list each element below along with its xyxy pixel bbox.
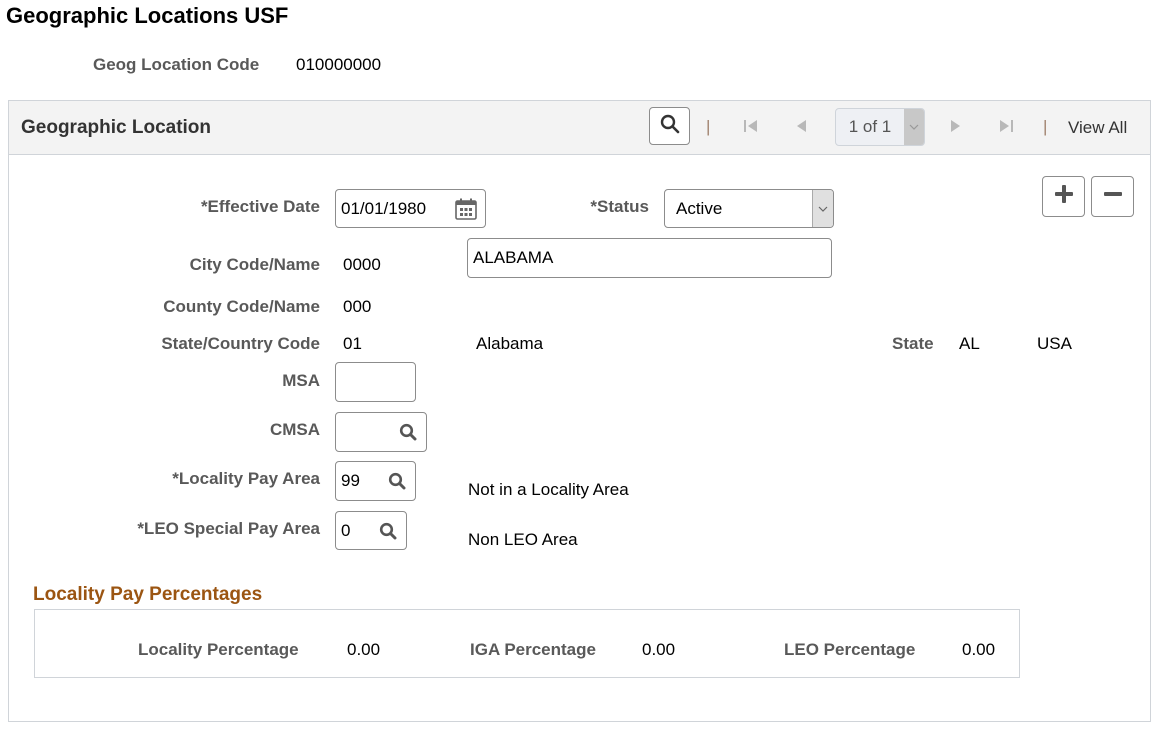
calendar-icon[interactable] xyxy=(454,197,478,221)
search-icon[interactable] xyxy=(399,423,417,441)
locality-pay-percentages-title: Locality Pay Percentages xyxy=(33,584,263,605)
search-icon[interactable] xyxy=(388,472,406,490)
effective-date-input[interactable]: 01/01/1980 xyxy=(335,189,486,228)
city-code-name-label: City Code/Name xyxy=(189,255,320,274)
last-page-button[interactable] xyxy=(998,118,1014,139)
locality-pay-area-label: *Locality Pay Area xyxy=(172,469,320,488)
row-pager-select[interactable]: 1 of 1 xyxy=(835,108,925,146)
minus-icon xyxy=(1103,184,1123,209)
leo-percentage-label: LEO Percentage xyxy=(784,640,916,659)
locality-percentage-value: 0.00 xyxy=(347,640,381,659)
status-select[interactable]: Active xyxy=(664,189,834,228)
last-page-icon xyxy=(998,120,1014,138)
toolbar-separator: | xyxy=(1043,117,1048,136)
iga-percentage-label: IGA Percentage xyxy=(470,640,596,659)
locality-pay-area-input[interactable]: 99 xyxy=(335,461,416,501)
effective-date-label: *Effective Date xyxy=(200,197,320,216)
panel-title: Geographic Location xyxy=(21,117,212,138)
locality-percentage-label: Locality Percentage xyxy=(138,640,299,659)
geog-location-code-value: 010000000 xyxy=(296,55,382,74)
status-selected-value: Active xyxy=(676,198,723,218)
leo-special-pay-area-label: *LEO Special Pay Area xyxy=(137,519,320,538)
locality-pay-area-value: 99 xyxy=(341,471,360,490)
cmsa-input[interactable] xyxy=(335,412,427,452)
leo-special-pay-area-description: Non LEO Area xyxy=(468,530,578,549)
first-page-icon xyxy=(743,120,759,138)
plus-icon xyxy=(1054,184,1074,209)
state-label: State xyxy=(892,334,934,353)
cmsa-label: CMSA xyxy=(269,420,320,439)
previous-button[interactable] xyxy=(795,118,807,139)
county-code-name-label: County Code/Name xyxy=(163,297,320,316)
geog-location-code-label: Geog Location Code xyxy=(93,55,260,74)
pager-text: 1 of 1 xyxy=(848,117,892,136)
msa-label: MSA xyxy=(282,371,320,390)
toolbar-separator: | xyxy=(706,117,711,136)
state-country-code-label: State/Country Code xyxy=(161,334,320,353)
status-label: *Status xyxy=(590,197,649,216)
iga-percentage-value: 0.00 xyxy=(642,640,676,659)
previous-icon xyxy=(795,120,807,138)
add-row-button[interactable] xyxy=(1042,176,1085,217)
country-value: USA xyxy=(1037,334,1072,353)
locality-pay-area-description: Not in a Locality Area xyxy=(468,480,629,499)
county-code-value: 000 xyxy=(343,297,372,316)
chevron-down-icon xyxy=(812,190,833,227)
find-button[interactable] xyxy=(649,107,690,145)
state-value: AL xyxy=(959,334,980,353)
leo-special-pay-area-value: 0 xyxy=(341,520,351,540)
state-country-code-value: 01 xyxy=(343,334,362,353)
search-icon xyxy=(660,114,680,139)
page-title: Geographic Locations USF xyxy=(6,3,289,28)
leo-special-pay-area-input[interactable]: 0 xyxy=(335,511,407,550)
next-button[interactable] xyxy=(950,118,962,139)
first-page-button[interactable] xyxy=(743,118,759,139)
state-name-value: Alabama xyxy=(476,334,544,353)
next-icon xyxy=(950,120,962,138)
effective-date-value: 01/01/1980 xyxy=(341,198,427,218)
view-all-link[interactable]: View All xyxy=(1068,118,1127,138)
leo-percentage-value: 0.00 xyxy=(962,640,996,659)
city-name-input[interactable]: ALABAMA xyxy=(467,238,832,278)
city-code-value: 0000 xyxy=(343,255,381,274)
city-name-value: ALABAMA xyxy=(473,248,554,267)
msa-input[interactable] xyxy=(335,362,416,402)
search-icon[interactable] xyxy=(379,522,397,540)
delete-row-button[interactable] xyxy=(1091,176,1134,217)
chevron-down-icon xyxy=(904,109,924,145)
